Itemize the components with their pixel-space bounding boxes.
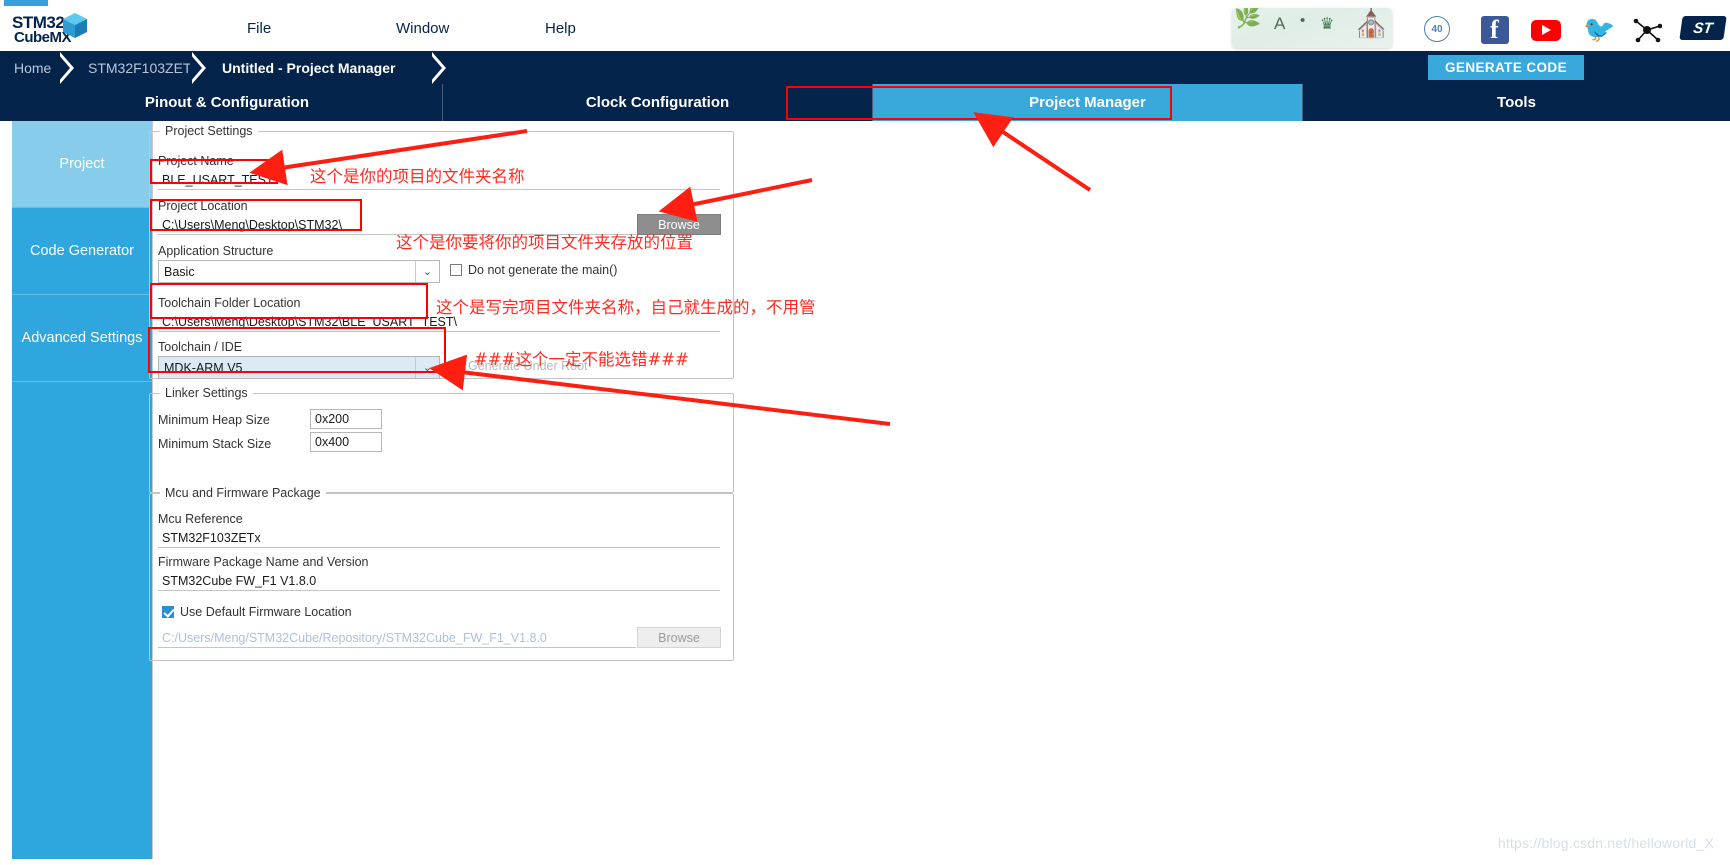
sidebar-filler <box>12 382 152 862</box>
do-not-generate-main-label: Do not generate the main() <box>468 263 618 277</box>
menu-help[interactable]: Help <box>545 20 576 37</box>
project-settings-legend: Project Settings <box>160 124 258 138</box>
toolchain-ide-select[interactable]: MDK-ARM V5 ⌄ <box>158 356 440 379</box>
anniversary-label: 40 <box>1431 23 1443 35</box>
tab-tools[interactable]: Tools <box>1302 84 1730 121</box>
menu-bar: STM32 CubeMX File Window Help 🌿 A • ♛ ⛪ … <box>0 6 1730 51</box>
linker-settings-group: Linker Settings Minimum Heap Size 0x200 … <box>149 386 734 493</box>
checkbox-box <box>162 606 174 618</box>
ime-candidate-overlay: 🌿 A • ♛ ⛪ <box>1232 8 1392 48</box>
toolchain-ide-value: MDK-ARM V5 <box>164 360 243 375</box>
checkbox-box <box>450 360 462 372</box>
minimum-stack-size-label: Minimum Stack Size <box>158 437 272 451</box>
toolchain-ide-label: Toolchain / IDE <box>158 340 243 354</box>
stm32cubemx-window: STM32CubeMX Untitled: STM32F103ZETx STM3… <box>0 0 1730 865</box>
watermark: https://blog.csdn.net/helloworld_X <box>1497 835 1714 851</box>
firmware-location-input: C:/Users/Meng/STM32Cube/Repository/STM32… <box>158 628 636 648</box>
breadcrumb-item-project-manager[interactable]: Untitled - Project Manager <box>222 51 395 84</box>
anniversary-icon[interactable]: 40 <box>1424 16 1450 44</box>
project-settings-pane: Project Settings Project Name BLE_USART_… <box>149 121 1730 865</box>
tab-clock-configuration[interactable]: Clock Configuration <box>442 84 872 121</box>
twitter-icon[interactable]: 🐦 <box>1583 16 1615 44</box>
network-icon[interactable] <box>1632 16 1663 44</box>
st-label: ST <box>1692 19 1714 37</box>
breadcrumb-item-mcu[interactable]: STM32F103ZETx <box>88 51 198 84</box>
ime-dot-icon: • <box>1300 12 1306 29</box>
ime-shape-icon: ♛ <box>1320 16 1335 33</box>
st-logo-icon[interactable]: ST <box>1679 16 1727 44</box>
breadcrumb-item-home[interactable]: Home <box>14 51 51 84</box>
generate-code-button[interactable]: GENERATE CODE <box>1428 55 1584 80</box>
mcu-firmware-package-group: Mcu and Firmware Package Mcu Reference S… <box>149 486 734 661</box>
annotation-text-project-location: 这个是你要将你的项目文件夹存放的位置 <box>396 233 693 252</box>
firmware-location-browse-button: Browse <box>637 627 721 648</box>
mcu-reference-label: Mcu Reference <box>158 512 243 526</box>
window-title: STM32CubeMX Untitled: STM32F103ZETx <box>62 0 293 3</box>
leaf-icon: 🌿 <box>1234 8 1262 29</box>
annotation-text-project-name: 这个是你的项目的文件夹名称 <box>310 167 525 186</box>
annotation-text-toolchain-folder: 这个是写完项目文件夹名称，自己就生成的，不用管 <box>436 298 816 317</box>
tab-project-manager[interactable]: Project Manager <box>872 84 1302 121</box>
youtube-icon[interactable] <box>1531 16 1561 44</box>
use-default-firmware-location-checkbox[interactable]: Use Default Firmware Location <box>162 605 352 619</box>
chevron-down-icon: ⌄ <box>415 261 439 282</box>
application-structure-select[interactable]: Basic ⌄ <box>158 260 440 283</box>
application-structure-value: Basic <box>164 264 195 279</box>
firmware-package-input: STM32Cube FW_F1 V1.8.0 <box>158 571 720 591</box>
application-structure-label: Application Structure <box>158 244 274 258</box>
minimum-heap-size-label: Minimum Heap Size <box>158 413 270 427</box>
chevron-down-icon: ⌄ <box>415 357 439 378</box>
cube-icon <box>63 13 87 38</box>
bottom-strip <box>0 859 1730 865</box>
ime-letter: A <box>1274 14 1286 33</box>
pavilion-icon: ⛪ <box>1352 8 1390 39</box>
linker-settings-legend: Linker Settings <box>160 386 253 400</box>
stm32cubemx-logo: STM32 CubeMX <box>12 11 92 49</box>
project-location-label: Project Location <box>158 199 248 213</box>
mcu-reference-input: STM32F103ZETx <box>158 528 720 548</box>
sidebar-item-project[interactable]: Project <box>12 121 152 208</box>
breadcrumb-chevron-icon <box>430 52 446 84</box>
sidebar-item-advanced-settings[interactable]: Advanced Settings <box>12 295 152 382</box>
menu-window[interactable]: Window <box>396 20 449 37</box>
minimum-heap-size-input[interactable]: 0x200 <box>310 409 382 429</box>
toolchain-folder-location-label: Toolchain Folder Location <box>158 296 301 310</box>
breadcrumb-chevron-icon <box>190 52 206 84</box>
firmware-package-label: Firmware Package Name and Version <box>158 555 369 569</box>
tab-pinout-configuration[interactable]: Pinout & Configuration <box>12 84 442 121</box>
mcu-firmware-legend: Mcu and Firmware Package <box>160 486 326 500</box>
project-name-label: Project Name <box>158 154 234 168</box>
do-not-generate-main-checkbox[interactable]: Do not generate the main() <box>450 263 617 277</box>
minimum-stack-size-input[interactable]: 0x400 <box>310 432 382 452</box>
checkbox-box <box>450 264 462 276</box>
use-default-firmware-location-label: Use Default Firmware Location <box>180 605 352 619</box>
sidebar-item-code-generator[interactable]: Code Generator <box>12 208 152 295</box>
breadcrumb-chevron-icon <box>58 52 74 84</box>
main-tab-bar: Pinout & Configuration Clock Configurati… <box>0 84 1730 121</box>
project-manager-sidebar: Project Code Generator Advanced Settings <box>12 121 152 865</box>
facebook-icon[interactable] <box>1481 15 1509 45</box>
annotation-text-toolchain-ide: ###这个一定不能选错### <box>474 350 689 369</box>
menu-file[interactable]: File <box>247 20 271 37</box>
